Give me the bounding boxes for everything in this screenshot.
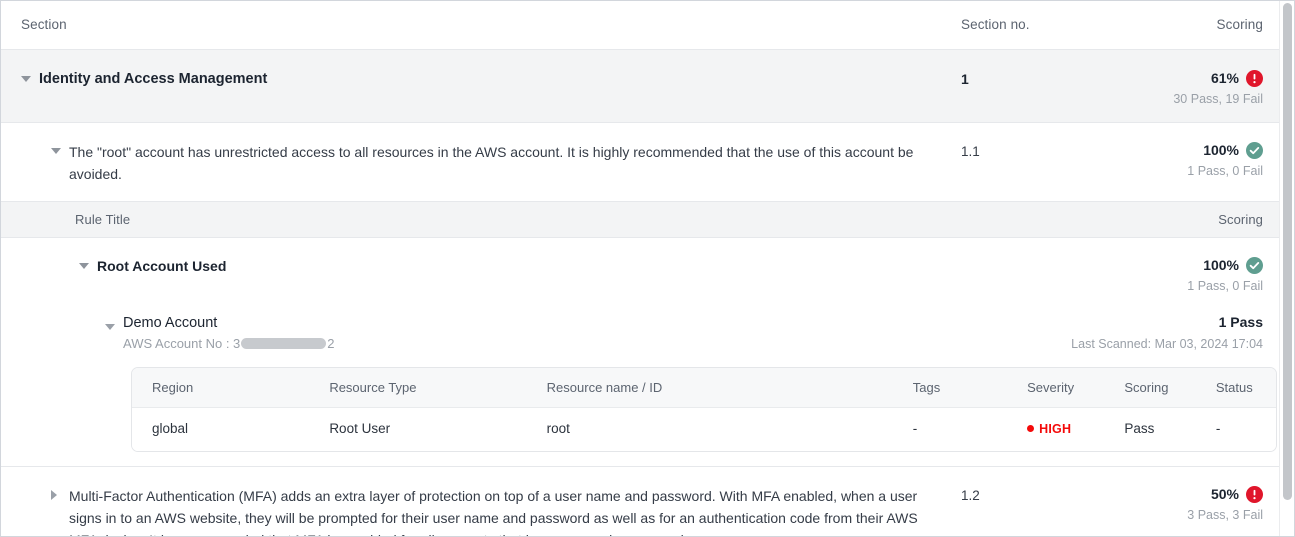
- account-number-prefix: AWS Account No : 3: [123, 336, 241, 351]
- rule-score: 100%: [1061, 141, 1263, 159]
- account-name: Demo Account: [123, 315, 218, 331]
- severity-label: HIGH: [1039, 422, 1072, 436]
- account-info: Demo Account AWS Account No : 3 2: [123, 313, 335, 353]
- status-pass-icon: [1246, 256, 1263, 274]
- resource-table-wrapper: Region Resource Type Resource name / ID …: [1, 357, 1294, 466]
- cell-resource-name: root: [526, 408, 893, 451]
- resource-table: Region Resource Type Resource name / ID …: [131, 367, 1277, 452]
- column-header-scoring: Scoring: [1216, 17, 1263, 32]
- table-row[interactable]: global Root User root - HIGH Pass -: [132, 408, 1276, 451]
- rule-row-1-2[interactable]: Multi-Factor Authentication (MFA) adds a…: [1, 466, 1280, 536]
- rule-entry-score-breakdown: 1 Pass, 0 Fail: [1187, 279, 1263, 293]
- cell-tags: -: [892, 408, 1008, 451]
- status-fail-icon: [1246, 485, 1263, 503]
- section-title: Identity and Access Management: [39, 71, 268, 87]
- cell-scoring: Pass: [1104, 408, 1196, 451]
- chevron-down-icon[interactable]: [51, 141, 69, 154]
- status-pass-icon: [1246, 141, 1263, 159]
- column-header-rule-title: Rule Title: [75, 211, 131, 227]
- section-number: 1: [961, 71, 969, 87]
- column-header-section: Section: [21, 17, 67, 32]
- resource-col-tags: Tags: [892, 368, 1008, 408]
- section-score: 61%: [1061, 69, 1263, 87]
- account-result: 1 Pass: [1218, 314, 1263, 330]
- rule-entry-score-percent: 100%: [1203, 257, 1239, 273]
- resource-col-scoring: Scoring: [1104, 368, 1196, 408]
- cell-region: global: [132, 408, 310, 451]
- rule-score-percent: 100%: [1203, 142, 1239, 158]
- status-fail-icon: [1246, 69, 1263, 87]
- rule-description: Multi-Factor Authentication (MFA) adds a…: [69, 488, 918, 536]
- account-row-demo-account[interactable]: Demo Account AWS Account No : 32 1 Pass …: [1, 301, 1280, 357]
- rule-number: 1.2: [961, 488, 980, 503]
- section-score-percent: 61%: [1210, 70, 1239, 86]
- rule-number: 1.1: [961, 144, 980, 159]
- section-score-breakdown: 30 Pass, 19 Fail: [1173, 92, 1263, 106]
- scrollbar-thumb[interactable]: [1283, 3, 1292, 500]
- resource-col-region: Region: [132, 368, 310, 408]
- cell-status: -: [1195, 408, 1276, 451]
- account-number: AWS Account No : 3 2: [123, 334, 335, 353]
- chevron-down-icon[interactable]: [105, 313, 123, 330]
- report-scroll-area[interactable]: Section Section no. Scoring Identity and…: [1, 1, 1294, 536]
- last-scanned-value: Mar 03, 2024 17:04: [1154, 337, 1263, 351]
- compliance-report-panel: Section Section no. Scoring Identity and…: [0, 0, 1295, 537]
- rule-score-breakdown: 3 Pass, 3 Fail: [1187, 508, 1263, 522]
- rule-row-1-1[interactable]: The "root" account has unrestricted acce…: [1, 123, 1280, 202]
- chevron-down-icon[interactable]: [79, 256, 97, 269]
- resource-col-resource-name: Resource name / ID: [526, 368, 893, 408]
- rule-subtable-header: Rule Title Scoring: [1, 202, 1280, 238]
- resource-col-status: Status: [1195, 368, 1276, 408]
- column-header-section-no: Section no.: [961, 17, 1030, 32]
- resource-table-header-row: Region Resource Type Resource name / ID …: [132, 368, 1276, 408]
- chevron-right-icon[interactable]: [51, 485, 69, 500]
- rule-entry-score: 100%: [1061, 256, 1263, 274]
- severity-dot-icon: [1027, 425, 1035, 432]
- redaction-bar: [241, 338, 327, 349]
- rule-score: 50%: [1061, 485, 1263, 503]
- rule-entry-title: Root Account Used: [97, 258, 227, 274]
- cell-resource-type: Root User: [309, 408, 527, 451]
- account-last-scanned: Last Scanned: Mar 03, 2024 17:04: [1061, 336, 1263, 353]
- rule-description: The "root" account has unrestricted acce…: [69, 144, 914, 182]
- table-header: Section Section no. Scoring: [1, 1, 1280, 50]
- chevron-down-icon[interactable]: [21, 69, 39, 82]
- last-scanned-label: Last Scanned:: [1071, 337, 1152, 351]
- account-number-suffix: 2: [327, 336, 335, 351]
- resource-col-resource-type: Resource Type: [309, 368, 527, 408]
- cell-severity: HIGH: [1007, 408, 1105, 451]
- severity-badge: HIGH: [1027, 422, 1071, 436]
- section-row-identity-and-access-management[interactable]: Identity and Access Management 1 61% 30 …: [1, 50, 1280, 123]
- rule-score-breakdown: 1 Pass, 0 Fail: [1187, 164, 1263, 178]
- resource-col-severity: Severity: [1007, 368, 1105, 408]
- column-header-rule-scoring: Scoring: [1218, 211, 1263, 227]
- rule-score-percent: 50%: [1210, 486, 1239, 502]
- rule-entry-root-account-used[interactable]: Root Account Used 100% 1 Pass, 0 Fail: [1, 238, 1280, 301]
- vertical-scrollbar[interactable]: [1279, 1, 1294, 536]
